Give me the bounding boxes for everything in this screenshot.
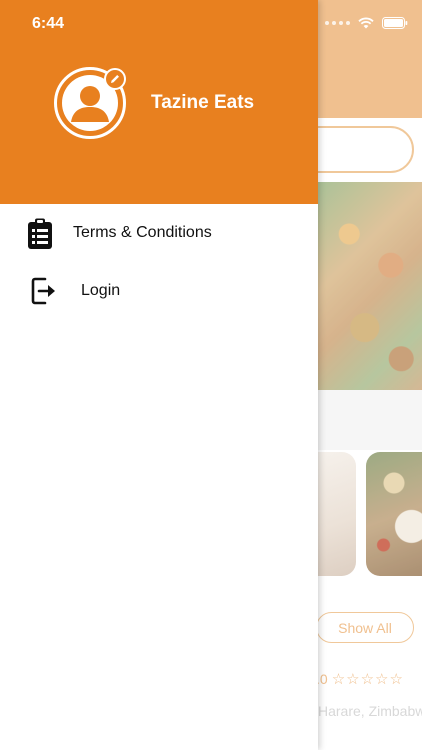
status-indicators bbox=[325, 17, 408, 29]
wifi-icon bbox=[358, 17, 374, 29]
food-card-image[interactable] bbox=[366, 452, 422, 576]
edit-avatar-button[interactable] bbox=[104, 68, 126, 90]
menu-item-label: Terms & Conditions bbox=[73, 224, 212, 241]
menu-item-label: Login bbox=[81, 282, 121, 299]
pencil-icon bbox=[111, 75, 119, 83]
banner-image bbox=[318, 182, 422, 390]
sign-in-icon bbox=[31, 277, 55, 305]
show-all-button[interactable]: Show All bbox=[316, 612, 414, 643]
menu-item-login[interactable]: Login bbox=[0, 265, 318, 317]
status-time: 6:44 bbox=[32, 15, 65, 32]
rating-stars: ☆☆☆☆☆ bbox=[331, 671, 404, 688]
rating-row: .0 ☆☆☆☆☆ bbox=[316, 670, 404, 688]
clipboard-list-icon bbox=[28, 218, 52, 249]
navigation-drawer: 6:44 Tazine Eats Terms & Conditions Logi… bbox=[0, 0, 318, 750]
restaurant-location: Harare, Zimbabwe bbox=[318, 703, 422, 719]
cellular-signal-icon bbox=[325, 21, 350, 25]
battery-icon bbox=[382, 17, 408, 29]
drawer-header: 6:44 Tazine Eats bbox=[0, 0, 318, 204]
section-divider bbox=[318, 390, 422, 450]
app-title: Tazine Eats bbox=[151, 92, 255, 113]
menu-item-terms[interactable]: Terms & Conditions bbox=[0, 207, 318, 259]
